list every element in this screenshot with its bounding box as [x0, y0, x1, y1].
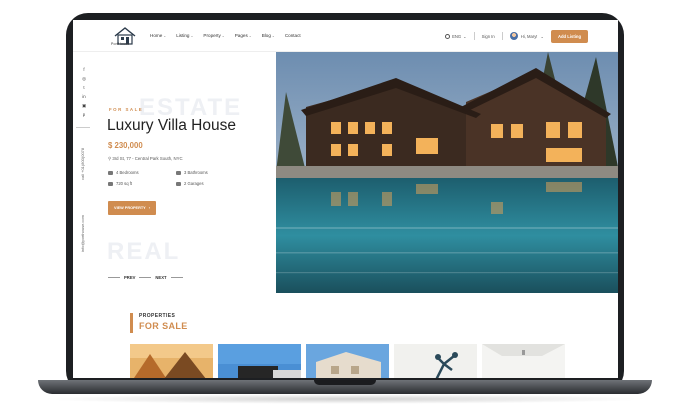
globe-icon	[445, 33, 451, 39]
instagram-icon[interactable]: ◎	[82, 76, 86, 81]
language-selector[interactable]: ENG ⌄	[445, 33, 467, 39]
add-listing-button[interactable]: Add Listing	[550, 29, 588, 43]
nav-contact-label: Contact	[284, 33, 301, 38]
properties-label: PROPERTIES	[139, 313, 176, 319]
property-address: ⚲ 3rd St, 77 - Central Park South, NYC	[108, 156, 183, 162]
property-thumbnail[interactable]	[394, 344, 477, 378]
chevron-down-icon: ⌄	[190, 34, 194, 38]
chevron-down-icon: ⌄	[463, 33, 467, 39]
garage-icon	[176, 181, 181, 186]
prev-button[interactable]: PREV	[124, 275, 135, 280]
property-thumbnail[interactable]	[306, 344, 389, 378]
feature-garages: 2 Garages	[176, 181, 244, 186]
nav-blog-label: Blog	[261, 33, 271, 38]
linkedin-icon[interactable]: in	[82, 94, 85, 99]
chevron-down-icon: ⌄	[163, 34, 167, 38]
feature-label: 720 sq ft	[116, 181, 133, 186]
address-text: 3rd St, 77 - Central Park South, NYC	[112, 156, 183, 161]
sale-tag: FOR SALE	[109, 107, 144, 112]
chevron-down-icon: ⌄	[221, 34, 225, 38]
section-accent-bar	[130, 313, 133, 333]
nav-pages-label: Pages	[234, 33, 248, 38]
property-price: $ 230,000	[108, 141, 143, 150]
divider	[473, 32, 475, 40]
laptop-shadow	[40, 394, 650, 404]
sidebar-email[interactable]: info@porthouse.com	[80, 172, 85, 252]
avatar	[509, 32, 518, 40]
ghost-word-real: REAL	[107, 238, 181, 265]
laptop-notch	[314, 380, 376, 385]
feature-label: 2 Garages	[184, 181, 204, 186]
nav-home[interactable]: Home⌄	[150, 33, 166, 38]
villa-hero-image	[276, 52, 618, 293]
nav-property-label: Property	[203, 33, 221, 38]
chevron-down-icon: ⌄	[271, 34, 275, 38]
nav-listing[interactable]: Listing⌄	[176, 33, 193, 38]
language-label: ENG	[452, 33, 462, 39]
bath-icon	[176, 170, 181, 175]
divider	[170, 277, 183, 278]
nav-listing-label: Listing	[176, 33, 190, 38]
hero-pager: PREV NEXT	[108, 275, 183, 280]
bed-icon	[108, 170, 113, 175]
property-thumbnail[interactable]	[218, 344, 301, 378]
property-thumbnails	[130, 344, 565, 378]
user-name: Hi, Mary!	[520, 33, 538, 39]
divider	[108, 277, 120, 278]
view-property-button[interactable]: VIEW PROPERTY ›	[108, 201, 156, 215]
property-features: 4 Bedrooms 3 Bathrooms 720 sq ft 2 Garag…	[108, 170, 244, 186]
sidebar-phone[interactable]: call +01(800)0078	[80, 100, 85, 180]
sign-in-link[interactable]: Sign In	[482, 34, 495, 39]
user-menu[interactable]: Hi, Mary! ⌄	[509, 32, 544, 40]
nav-blog[interactable]: Blog⌄	[262, 33, 275, 38]
logo-text: PortHouse	[111, 42, 130, 46]
nav-home-label: Home	[150, 33, 163, 38]
arrow-right-icon: ›	[148, 206, 150, 210]
nav-contact[interactable]: Contact	[285, 33, 301, 38]
feature-bedrooms: 4 Bedrooms	[108, 170, 176, 175]
location-pin-icon: ⚲	[108, 156, 112, 161]
feature-label: 4 Bedrooms	[116, 170, 139, 175]
next-button[interactable]: NEXT	[155, 275, 166, 280]
divider	[501, 32, 503, 40]
nav-pages[interactable]: Pages⌄	[235, 33, 252, 38]
main-nav: Home⌄ Listing⌄ Property⌄ Pages⌄ Blog⌄ Co…	[150, 33, 301, 38]
site-header: PortHouse Home⌄ Listing⌄ Property⌄ Pages…	[73, 20, 618, 52]
website-screen: PortHouse Home⌄ Listing⌄ Property⌄ Pages…	[73, 20, 618, 378]
property-title: Luxury Villa House	[107, 117, 236, 134]
header-actions: ENG ⌄ Sign In Hi, Mary! ⌄ Add Listing	[445, 29, 588, 43]
for-sale-title: FOR SALE	[139, 321, 188, 331]
nav-property[interactable]: Property⌄	[203, 33, 224, 38]
feature-bathrooms: 3 Bathrooms	[176, 170, 244, 175]
area-icon	[108, 181, 113, 186]
view-property-label: VIEW PROPERTY	[114, 206, 146, 210]
property-thumbnail[interactable]	[482, 344, 565, 378]
facebook-icon[interactable]: f	[83, 67, 84, 72]
chevron-down-icon: ⌄	[540, 33, 544, 39]
property-thumbnail[interactable]	[130, 344, 213, 378]
feature-area: 720 sq ft	[108, 181, 176, 186]
divider	[139, 277, 152, 278]
chevron-down-icon: ⌄	[248, 34, 252, 38]
feature-label: 3 Bathrooms	[184, 170, 208, 175]
twitter-icon[interactable]: t	[83, 85, 84, 90]
